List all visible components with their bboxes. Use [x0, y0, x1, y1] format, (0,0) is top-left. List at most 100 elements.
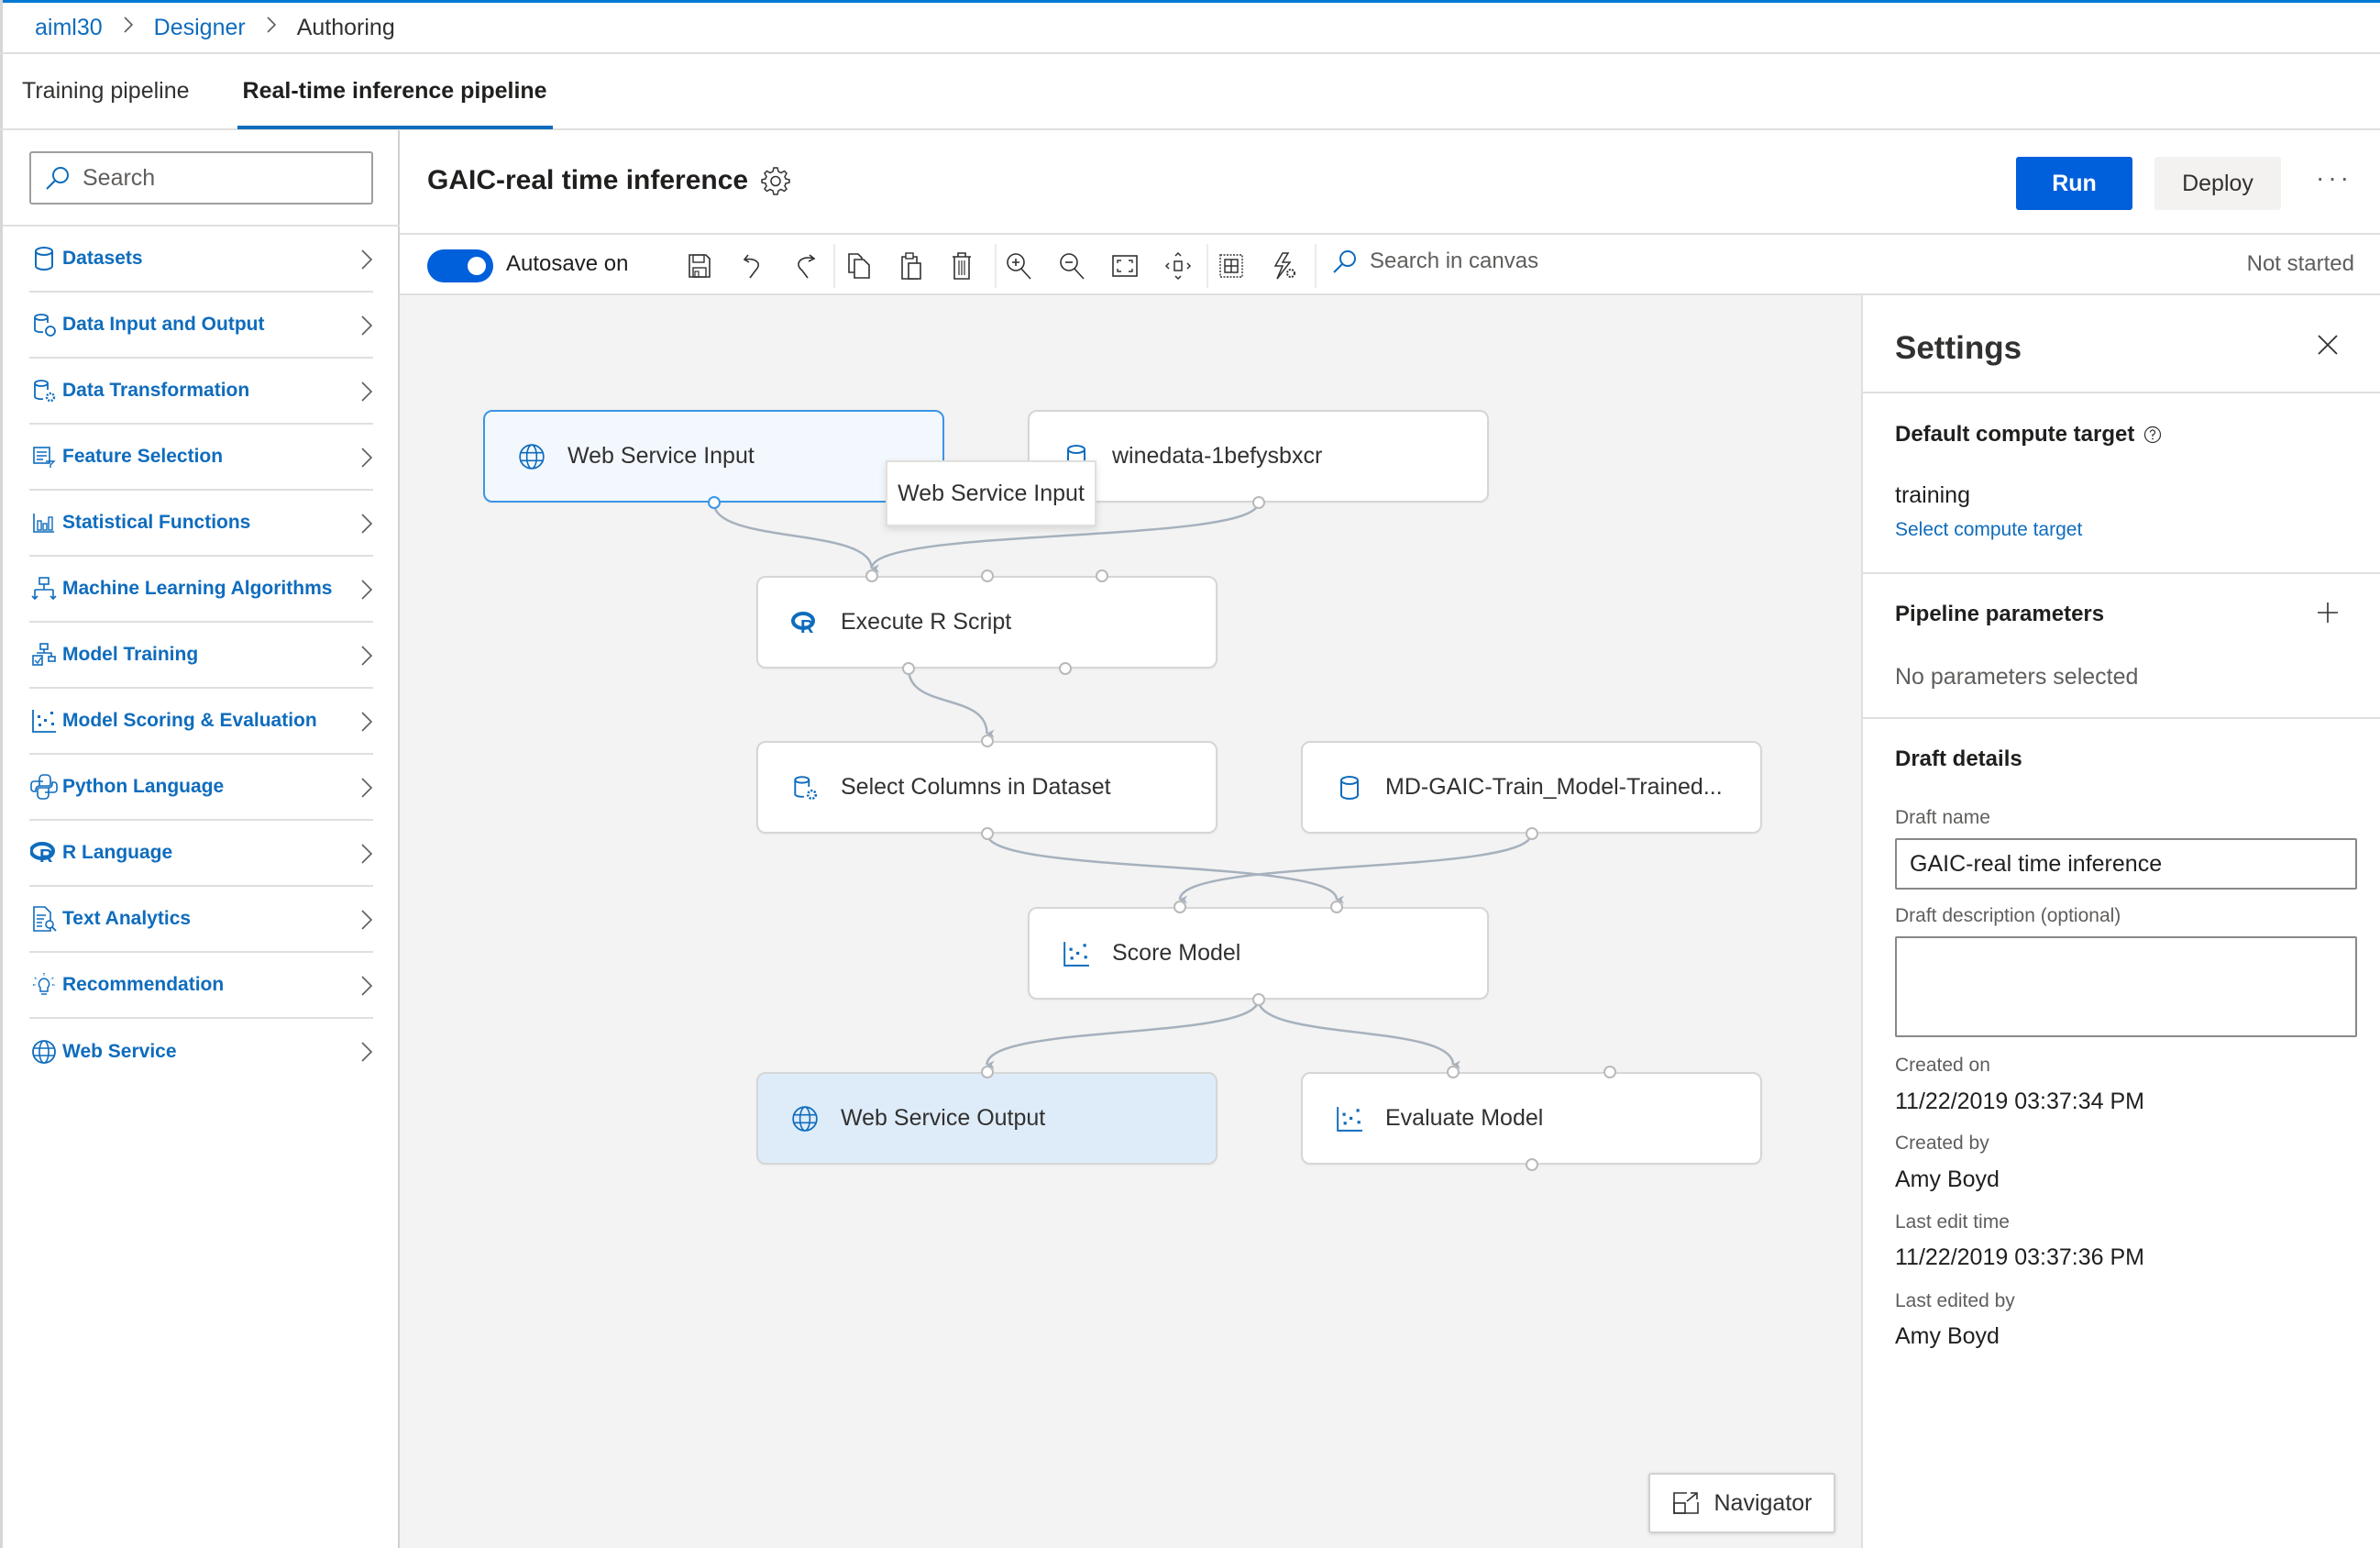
- output-port[interactable]: [1251, 496, 1265, 509]
- deploy-button[interactable]: Deploy: [2154, 157, 2281, 210]
- select-all-icon[interactable]: [1216, 250, 1247, 282]
- input-port[interactable]: [1603, 1066, 1616, 1078]
- no-parameters-text: No parameters selected: [1895, 664, 2139, 690]
- bar-chart-icon: [29, 508, 59, 537]
- run-button[interactable]: Run: [2016, 157, 2132, 210]
- toolbar-divider: [1207, 244, 1208, 288]
- breadcrumb-designer[interactable]: Designer: [154, 15, 246, 41]
- database-sync-icon: [29, 310, 59, 339]
- pipeline-node-evaluate[interactable]: Evaluate Model: [1301, 1072, 1762, 1165]
- pipeline-node-wsi[interactable]: Web Service Input: [483, 410, 944, 503]
- node-label: winedata-1befysbxcr: [1112, 443, 1323, 469]
- chevron-right-icon: [361, 976, 373, 996]
- edge-wsi-to-rscript[interactable]: [712, 502, 879, 573]
- autosave-label: Autosave on: [506, 251, 629, 276]
- chevron-right-icon: [361, 249, 373, 270]
- draft-name-label: Draft name: [1895, 807, 1990, 828]
- module-search-input[interactable]: Search: [29, 151, 373, 205]
- toolbar-divider: [1315, 244, 1317, 288]
- sidebar-item-statistical-functions[interactable]: Statistical Functions: [29, 491, 373, 557]
- pipeline-canvas[interactable]: Web Service Input winedata-1befysbxcr R Exe…: [400, 295, 1861, 1548]
- tab-real-time-inference-pipeline[interactable]: Real-time inference pipeline: [237, 54, 553, 129]
- pipeline-node-wine[interactable]: winedata-1befysbxcr: [1028, 410, 1489, 503]
- sidebar-item-model-scoring-evaluation[interactable]: Model Scoring & Evaluation: [29, 689, 373, 755]
- zoom-in-icon[interactable]: [1003, 250, 1034, 282]
- output-port[interactable]: [1059, 662, 1072, 675]
- globe-icon: [29, 1037, 59, 1067]
- auto-layout-icon[interactable]: [1269, 250, 1300, 282]
- navigator-button[interactable]: Navigator: [1648, 1473, 1835, 1533]
- input-port[interactable]: [980, 735, 994, 747]
- sidebar-item-datasets[interactable]: Datasets: [29, 227, 373, 293]
- input-port[interactable]: [1330, 901, 1343, 913]
- input-port[interactable]: [980, 1066, 994, 1078]
- input-port[interactable]: [865, 569, 878, 582]
- sidebar-item-r-language[interactable]: R R Language: [29, 821, 373, 887]
- pipeline-node-rscript[interactable]: R Execute R Script: [756, 576, 1218, 669]
- sidebar-item-feature-selection[interactable]: Feature Selection: [29, 425, 373, 491]
- chevron-right-icon: [361, 910, 373, 930]
- edge-score-to-evaluate[interactable]: [1257, 999, 1461, 1069]
- sidebar-item-data-input-output[interactable]: Data Input and Output: [29, 293, 373, 359]
- save-icon[interactable]: [684, 250, 715, 282]
- compute-target-value: training: [1895, 482, 1970, 508]
- output-port[interactable]: [901, 662, 915, 675]
- redo-icon[interactable]: [790, 250, 821, 282]
- more-options-button[interactable]: ···: [2316, 163, 2352, 193]
- help-icon[interactable]: [2143, 426, 2162, 444]
- globe-icon: [516, 441, 547, 472]
- chevron-right-icon: [361, 778, 373, 798]
- pipeline-node-score[interactable]: Score Model: [1028, 907, 1489, 1000]
- sidebar-item-web-service[interactable]: Web Service: [29, 1019, 373, 1085]
- divider: [1863, 717, 2380, 719]
- zoom-out-icon[interactable]: [1056, 250, 1087, 282]
- input-port[interactable]: [980, 569, 994, 582]
- output-port[interactable]: [707, 496, 721, 509]
- scatter-icon: [29, 706, 59, 735]
- sidebar-item-machine-learning-algorithms[interactable]: Machine Learning Algorithms: [29, 557, 373, 623]
- sidebar-item-label: Datasets: [62, 248, 143, 269]
- model-training-icon: [29, 640, 59, 669]
- draft-description-input[interactable]: [1895, 936, 2357, 1037]
- add-parameter-icon[interactable]: [2317, 602, 2339, 624]
- sidebar-item-label: Feature Selection: [62, 446, 224, 467]
- output-port[interactable]: [1251, 993, 1265, 1006]
- gear-icon[interactable]: [761, 166, 790, 195]
- draft-details-title: Draft details: [1895, 746, 2022, 771]
- sidebar-item-label: Model Scoring & Evaluation: [62, 710, 317, 731]
- input-port[interactable]: [1173, 901, 1186, 913]
- pipeline-node-trained[interactable]: MD-GAIC-Train_Model-Trained...: [1301, 741, 1762, 834]
- canvas-search-input[interactable]: Search in canvas: [1331, 248, 1538, 275]
- last-edit-time-value: 11/22/2019 03:37:36 PM: [1895, 1244, 2144, 1270]
- select-compute-target-link[interactable]: Select compute target: [1895, 519, 2082, 541]
- sidebar-item-model-training[interactable]: Model Training: [29, 623, 373, 689]
- sidebar-item-data-transformation[interactable]: Data Transformation: [29, 359, 373, 425]
- draft-name-input[interactable]: [1895, 838, 2357, 890]
- pipeline-node-selcols[interactable]: Select Columns in Dataset: [756, 741, 1218, 834]
- input-port[interactable]: [1446, 1066, 1460, 1078]
- undo-icon[interactable]: [737, 250, 768, 282]
- edge-trained-to-score[interactable]: [1178, 833, 1533, 904]
- sidebar-item-python-language[interactable]: Python Language: [29, 755, 373, 821]
- output-port[interactable]: [1525, 1158, 1538, 1171]
- fit-to-screen-icon[interactable]: [1109, 250, 1140, 282]
- edge-selcols-to-score[interactable]: [986, 833, 1345, 904]
- pan-icon[interactable]: [1162, 250, 1194, 282]
- pipeline-node-wso[interactable]: Web Service Output: [756, 1072, 1218, 1165]
- sidebar-item-text-analytics[interactable]: Text Analytics: [29, 887, 373, 953]
- chevron-right-icon: [361, 448, 373, 468]
- edge-score-to-wso[interactable]: [986, 999, 1260, 1069]
- node-label: Web Service Output: [841, 1105, 1046, 1131]
- paste-icon[interactable]: [895, 250, 926, 282]
- delete-icon[interactable]: [946, 250, 977, 282]
- output-port[interactable]: [1525, 827, 1538, 840]
- output-port[interactable]: [980, 827, 994, 840]
- breadcrumb-workspace[interactable]: aiml30: [35, 15, 103, 41]
- close-icon[interactable]: [2317, 334, 2339, 356]
- copy-icon[interactable]: [843, 250, 875, 282]
- chevron-right-icon: [361, 1042, 373, 1062]
- sidebar-item-recommendation[interactable]: Recommendation: [29, 953, 373, 1019]
- autosave-toggle[interactable]: [427, 249, 493, 282]
- tab-training-pipeline[interactable]: Training pipeline: [22, 54, 190, 128]
- edge-rscript-to-selcols[interactable]: [907, 668, 995, 738]
